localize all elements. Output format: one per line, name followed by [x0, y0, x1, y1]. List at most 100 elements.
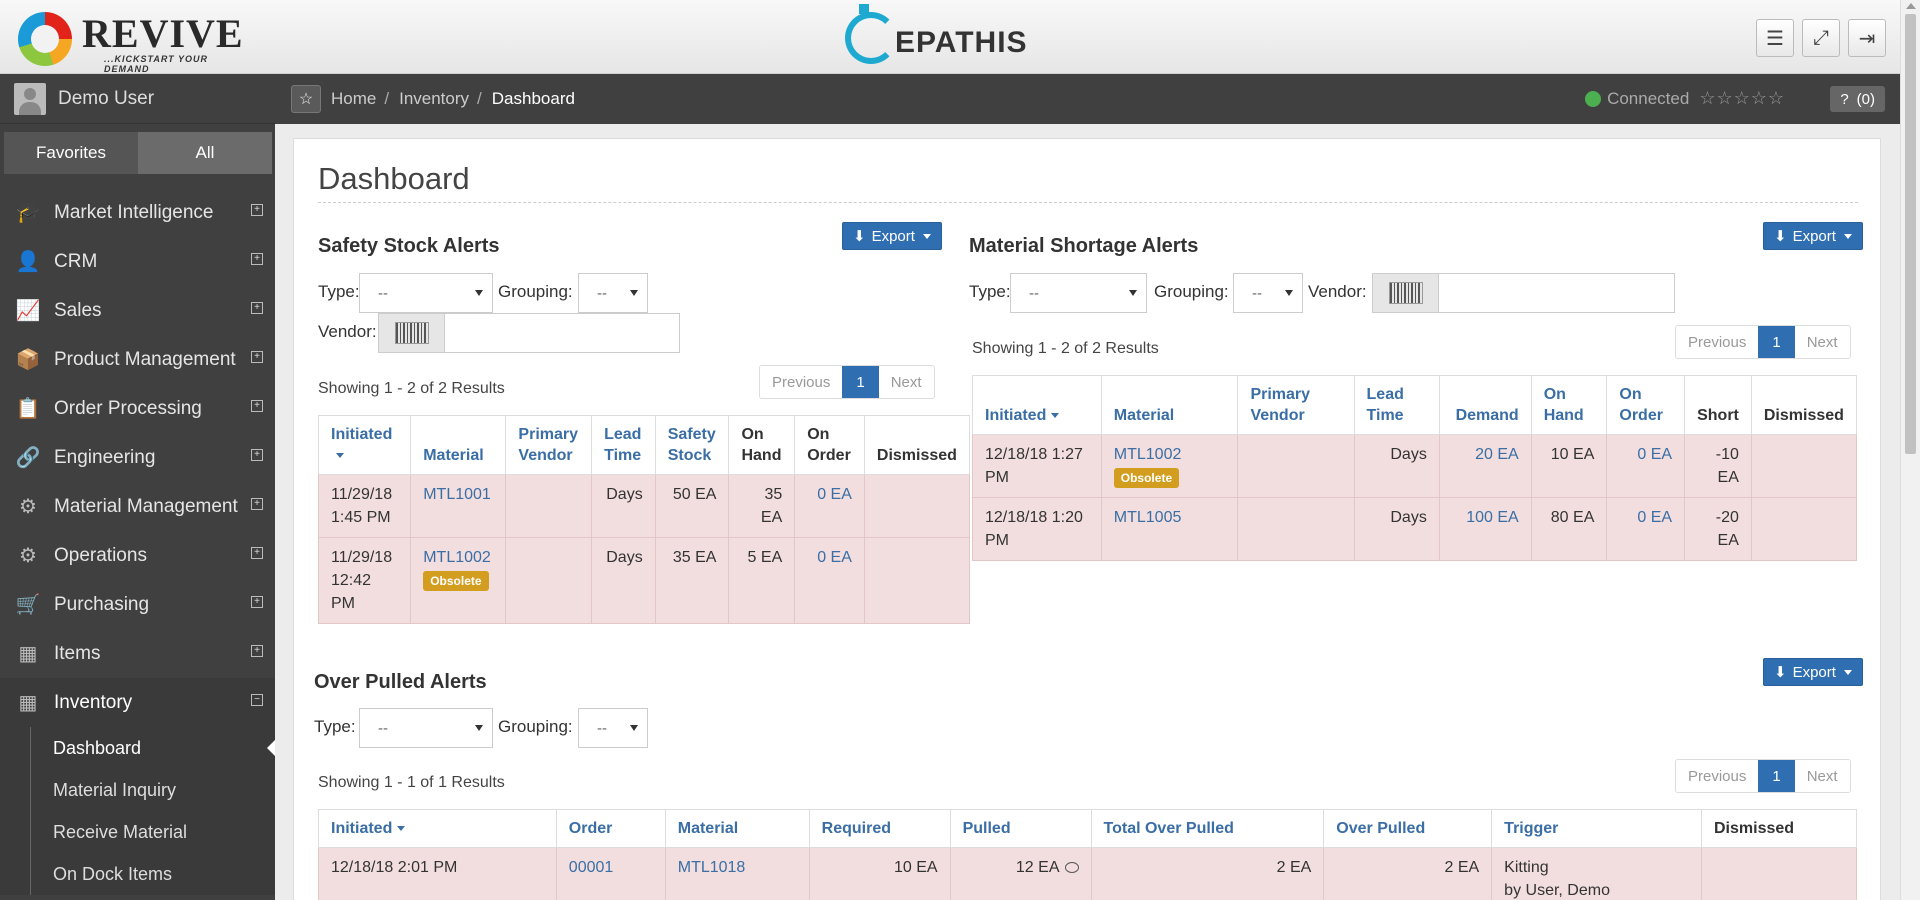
col-primary-vendor[interactable]: Primary Vendor — [505, 415, 593, 475]
fullscreen-button[interactable]: ⤢ — [1802, 19, 1840, 57]
sidebar-item-items[interactable]: ▦ Items + — [0, 629, 275, 678]
sidebar-item-purchasing[interactable]: 🛒 Purchasing + — [0, 580, 275, 629]
shortage-export-button[interactable]: ⬇ Export — [1763, 222, 1863, 250]
sidebar-item-product-management[interactable]: 📦 Product Management + — [0, 335, 275, 384]
col-required[interactable]: Required — [808, 809, 951, 848]
logout-icon: ⇥ — [1858, 27, 1876, 50]
col-demand[interactable]: Demand — [1438, 375, 1532, 435]
revive-logo[interactable]: REVIVE ...KICKSTART YOUR DEMAND — [18, 6, 248, 74]
material-link[interactable]: MTL1001 — [423, 486, 491, 503]
col-material[interactable]: Material — [410, 415, 507, 475]
shortage-type-select[interactable]: -- — [1010, 273, 1147, 313]
cell-material: MTL1018 — [664, 847, 810, 900]
help-button[interactable]: ? (0) — [1830, 86, 1885, 112]
repathis-logo[interactable]: EPATHIS — [845, 4, 1065, 68]
sidebar-item-inventory[interactable]: ▦ Inventory − — [0, 678, 275, 727]
col-over-pulled[interactable]: Over Pulled — [1323, 809, 1493, 848]
page-1-button[interactable]: 1 — [842, 366, 879, 398]
safety-grouping-select[interactable]: -- — [578, 273, 648, 313]
sidebar-item-sales[interactable]: 📈 Sales + — [0, 286, 275, 335]
scroll-thumb[interactable] — [1905, 14, 1916, 454]
col-on-order[interactable]: On Order — [1606, 375, 1686, 435]
page-1-button[interactable]: 1 — [1758, 760, 1795, 792]
on-order-link[interactable]: 0 EA — [1637, 509, 1672, 526]
expand-icon: + — [251, 596, 263, 608]
menu-button[interactable]: ☰ — [1756, 19, 1794, 57]
overpulled-grouping-select[interactable]: -- — [578, 708, 648, 748]
cell-material: MTL1002 Obsolete — [410, 537, 507, 624]
sidebar-subitem-material-inquiry[interactable]: Material Inquiry — [30, 769, 275, 811]
sidebar-item-order-processing[interactable]: 📋 Order Processing + — [0, 384, 275, 433]
col-safety-stock[interactable]: Safety Stock — [654, 415, 730, 475]
tab-favorites[interactable]: Favorites — [4, 132, 138, 174]
sidebar-subitem-on-dock-items[interactable]: On Dock Items — [30, 853, 275, 895]
col-on-hand[interactable]: On Hand — [1530, 375, 1608, 435]
order-link[interactable]: 00001 — [569, 859, 614, 876]
col-trigger[interactable]: Trigger — [1491, 809, 1702, 848]
scroll-up-icon[interactable] — [1906, 3, 1916, 9]
shortage-vendor-input[interactable] — [1372, 273, 1675, 313]
sidebar-subitem-dashboard[interactable]: Dashboard — [30, 727, 275, 769]
breadcrumb-separator: / — [384, 89, 390, 108]
col-total-over-pulled[interactable]: Total Over Pulled — [1090, 809, 1325, 848]
col-primary-vendor[interactable]: Primary Vendor — [1237, 375, 1355, 435]
status-dot-icon — [1585, 90, 1602, 107]
next-button[interactable]: Next — [1794, 326, 1850, 358]
breadcrumb-inventory[interactable]: Inventory — [399, 89, 469, 109]
on-order-link[interactable]: 0 EA — [817, 549, 852, 566]
page-scrollbar[interactable] — [1900, 0, 1920, 900]
safety-type-select[interactable]: -- — [359, 273, 493, 313]
sidebar-item-market-intelligence[interactable]: 🎓 Market Intelligence + — [0, 188, 275, 237]
next-button[interactable]: Next — [1794, 760, 1850, 792]
next-button[interactable]: Next — [878, 366, 934, 398]
col-initiated[interactable]: Initiated — [972, 375, 1102, 435]
sidebar-subitem-receive-material[interactable]: Receive Material — [30, 811, 275, 853]
barcode-icon[interactable] — [379, 314, 445, 352]
demand-link[interactable]: 100 EA — [1466, 509, 1518, 526]
sidebar-item-operations[interactable]: ⚙ Operations + — [0, 531, 275, 580]
col-material[interactable]: Material — [1100, 375, 1239, 435]
safety-export-button[interactable]: ⬇ Export — [842, 222, 942, 250]
comment-icon[interactable] — [1064, 862, 1079, 874]
overpulled-pagination: Previous 1 Next — [1675, 759, 1851, 793]
select-value: -- — [1252, 284, 1262, 302]
on-order-link[interactable]: 0 EA — [817, 486, 852, 503]
previous-button[interactable]: Previous — [760, 366, 843, 398]
col-pulled[interactable]: Pulled — [949, 809, 1092, 848]
demand-link[interactable]: 20 EA — [1475, 446, 1519, 463]
tab-all[interactable]: All — [138, 132, 272, 174]
sidebar-item-crm[interactable]: 👤 CRM + — [0, 237, 275, 286]
vendor-label: Vendor: — [318, 322, 377, 341]
col-initiated[interactable]: Initiated — [317, 415, 412, 475]
breadcrumb-home[interactable]: Home — [331, 89, 376, 109]
sidebar-item-label: Sales — [54, 299, 102, 321]
favorite-button[interactable]: ☆ — [291, 85, 321, 113]
overpulled-export-button[interactable]: ⬇ Export — [1763, 658, 1863, 686]
shortage-grouping-select[interactable]: -- — [1233, 273, 1303, 313]
cell-short: -10 EA — [1684, 434, 1752, 498]
sidebar-item-material-management[interactable]: ⚙ Material Management + — [0, 482, 275, 531]
previous-button[interactable]: Previous — [1676, 760, 1759, 792]
col-order[interactable]: Order — [555, 809, 666, 848]
sidebar-item-engineering[interactable]: 🔗 Engineering + — [0, 433, 275, 482]
select-value: -- — [378, 719, 388, 737]
table-row: 11/29/18 12:42 PM MTL1002 Obsolete Days 3… — [317, 537, 971, 624]
logout-button[interactable]: ⇥ — [1848, 19, 1886, 57]
rating-stars[interactable]: ☆☆☆☆☆ — [1699, 88, 1785, 109]
safety-vendor-input[interactable] — [378, 313, 680, 353]
material-link[interactable]: MTL1018 — [678, 859, 746, 876]
barcode-icon[interactable] — [1373, 274, 1439, 312]
on-order-link[interactable]: 0 EA — [1637, 446, 1672, 463]
previous-button[interactable]: Previous — [1676, 326, 1759, 358]
user-row[interactable]: Demo User — [0, 74, 275, 124]
page-1-button[interactable]: 1 — [1758, 326, 1795, 358]
material-link[interactable]: MTL1002 — [423, 549, 491, 566]
col-initiated[interactable]: Initiated — [318, 809, 557, 848]
cell-on-hand: 10 EA — [1530, 434, 1608, 498]
col-material[interactable]: Material — [664, 809, 810, 848]
material-link[interactable]: MTL1002 — [1114, 446, 1182, 463]
col-lead-time[interactable]: Lead Time — [1353, 375, 1440, 435]
col-lead-time[interactable]: Lead Time — [591, 415, 656, 475]
overpulled-type-select[interactable]: -- — [359, 708, 493, 748]
material-link[interactable]: MTL1005 — [1114, 509, 1182, 526]
